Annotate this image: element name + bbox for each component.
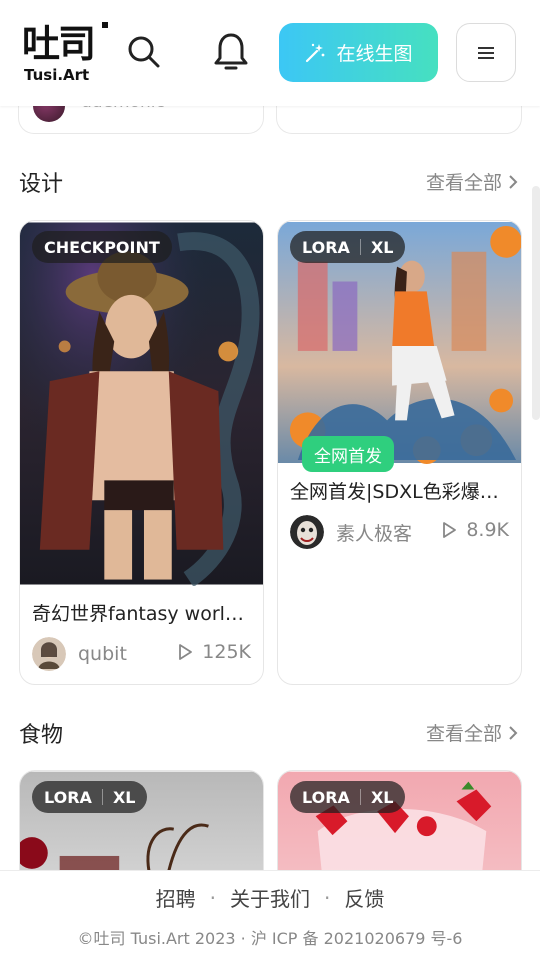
play-count: 125K bbox=[178, 641, 251, 663]
bell-icon bbox=[214, 33, 248, 70]
model-type-badge: LORA XL bbox=[290, 781, 406, 813]
badge-divider bbox=[359, 789, 361, 805]
play-count-value: 8.9K bbox=[466, 519, 509, 541]
create-online-button[interactable]: 在线生图 bbox=[279, 23, 438, 82]
top-header: 吐司 Tusi.Art 在线生图 bbox=[0, 0, 540, 106]
footer: 招聘 · 关于我们 · 反馈 ©吐司 Tusi.Art 2023 · 沪 ICP… bbox=[0, 870, 540, 960]
badge-label: LORA bbox=[44, 787, 92, 807]
view-all-food-link[interactable]: 查看全部 bbox=[426, 719, 518, 746]
author-name: 素人极客 bbox=[336, 522, 413, 545]
footer-separator: · bbox=[209, 885, 216, 910]
create-online-label: 在线生图 bbox=[336, 43, 413, 65]
search-button[interactable] bbox=[124, 30, 164, 74]
scrollbar[interactable] bbox=[532, 186, 540, 420]
first-release-tag: 全网首发 bbox=[302, 436, 394, 472]
section-title-design: 设计 bbox=[19, 172, 64, 197]
model-card[interactable]: CHECKPOINT 奇幻世界fantasy worl… qubit 125K bbox=[19, 220, 264, 685]
badge-label: LORA bbox=[302, 787, 350, 807]
chevron-right-icon bbox=[509, 174, 518, 189]
card-title: 全网首发|SDXL色彩爆… bbox=[290, 481, 499, 503]
notification-button[interactable] bbox=[211, 30, 251, 74]
view-all-label: 查看全部 bbox=[425, 172, 502, 194]
chevron-right-icon bbox=[509, 725, 518, 740]
magic-wand-icon bbox=[306, 43, 325, 62]
author-name: qubit bbox=[78, 643, 127, 665]
badge-label: XL bbox=[112, 787, 136, 807]
model-type-badge: LORA XL bbox=[290, 231, 406, 263]
card-title: 奇幻世界fantasy worl… bbox=[32, 603, 244, 625]
model-card[interactable]: LORA XL 全网首发 全网首发|SDXL色彩爆… 素人极客 8.9K bbox=[277, 220, 522, 685]
logo-chinese: 吐司 bbox=[22, 22, 96, 66]
view-all-label: 查看全部 bbox=[425, 723, 502, 745]
copyright-text: ©吐司 Tusi.Art 2023 · 沪 ICP 备 2021020679 号… bbox=[77, 929, 463, 948]
badge-divider bbox=[359, 239, 361, 255]
menu-button[interactable] bbox=[456, 23, 516, 82]
card-author[interactable]: 素人极客 bbox=[290, 515, 412, 549]
badge-label: XL bbox=[370, 237, 394, 257]
logo-english: Tusi.Art bbox=[24, 66, 90, 84]
hamburger-icon bbox=[478, 46, 494, 59]
search-icon bbox=[128, 36, 160, 68]
logo-mark-icon bbox=[102, 22, 108, 28]
footer-link-about[interactable]: 关于我们 bbox=[230, 883, 310, 912]
footer-separator: · bbox=[324, 885, 331, 910]
play-count-value: 125K bbox=[202, 641, 251, 663]
badge-label: XL bbox=[370, 787, 394, 807]
view-all-design-link[interactable]: 查看全部 bbox=[426, 168, 518, 195]
model-type-badge: LORA XL bbox=[32, 781, 148, 813]
badge-divider bbox=[101, 789, 103, 805]
model-type-badge: CHECKPOINT bbox=[32, 231, 172, 263]
card-author[interactable]: qubit bbox=[32, 637, 127, 671]
avatar bbox=[290, 515, 324, 549]
badge-label: CHECKPOINT bbox=[44, 237, 160, 257]
footer-link-careers[interactable]: 招聘 bbox=[156, 883, 196, 912]
footer-link-feedback[interactable]: 反馈 bbox=[344, 883, 384, 912]
avatar bbox=[32, 637, 66, 671]
badge-label: LORA bbox=[302, 237, 350, 257]
play-icon bbox=[443, 522, 457, 538]
play-count: 8.9K bbox=[442, 519, 509, 541]
footer-links: 招聘 · 关于我们 · 反馈 bbox=[0, 883, 540, 912]
section-title-food: 食物 bbox=[19, 723, 64, 748]
logo[interactable]: 吐司 Tusi.Art bbox=[22, 22, 112, 86]
play-icon bbox=[179, 644, 193, 660]
card-image bbox=[20, 222, 263, 586]
